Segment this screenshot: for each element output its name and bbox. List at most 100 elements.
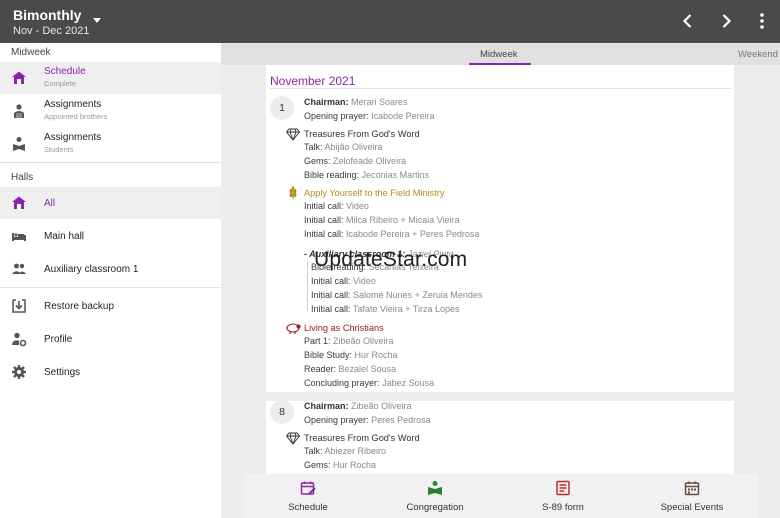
chevron-right-icon[interactable] xyxy=(717,12,735,30)
sidebar-item-auxiliary-classroom[interactable]: Auxiliary classroom 1 xyxy=(0,253,221,285)
row-value: Icabode Pereira xyxy=(371,111,435,121)
bottom-nav-s89-form[interactable]: S-89 form xyxy=(499,474,627,518)
tab-bar: Midweek Weekend xyxy=(221,43,780,65)
sidebar-item-label: Main hall xyxy=(44,231,85,242)
download-icon xyxy=(12,299,26,313)
reader-row: Reader: Bezalel Sousa xyxy=(304,364,396,374)
row-value: Icabode Pereira + Peres Pedrosa xyxy=(346,229,480,239)
row-label: Opening prayer: xyxy=(304,415,369,425)
row-label: Initial call: xyxy=(304,229,344,239)
row-label: Gems: xyxy=(304,156,331,166)
app-title[interactable]: Bimonthly xyxy=(13,7,81,23)
home-icon xyxy=(12,71,26,84)
week-day-number: 8 xyxy=(270,400,294,424)
row-value: Abiezer Ribeiro xyxy=(324,446,387,456)
row-label: Concluding prayer: xyxy=(304,378,380,388)
row-label: Talk: xyxy=(304,142,323,152)
row-value: Jeconias Martins xyxy=(361,170,430,180)
sidebar-item-label: Settings xyxy=(44,367,81,378)
row-label: Talk: xyxy=(304,446,323,456)
sidebar-item-label: Assignments xyxy=(44,132,102,143)
aux-initial-call-row: Initial call: Video xyxy=(311,276,376,286)
bottom-navigation: Schedule Congregation S-89 form Special … xyxy=(244,474,758,518)
row-value: Zibeão Oliveira xyxy=(351,401,412,411)
row-value: Peres Pedrosa xyxy=(371,415,431,425)
row-label: Initial call: xyxy=(311,304,351,314)
chairman-row: Chairman: Merari Soares xyxy=(304,97,408,107)
open-book-icon xyxy=(428,481,442,495)
person-gear-icon xyxy=(12,332,27,347)
row-value: Hur Rocha xyxy=(354,350,398,360)
app-bar: Bimonthly Nov - Dec 2021 xyxy=(0,0,780,43)
row-label: Reader: xyxy=(304,364,337,374)
sidebar-item-sub: Appointed brothers xyxy=(44,112,108,121)
calendar-icon xyxy=(684,481,700,496)
tab-weekend[interactable]: Weekend xyxy=(738,49,778,60)
person-book-icon xyxy=(13,137,25,151)
sidebar-item-label: Auxiliary classroom 1 xyxy=(44,264,139,275)
watermark-text: UpdateStar.com xyxy=(314,248,468,271)
main-panel: Midweek Weekend November 2021 1 Chairman… xyxy=(221,43,780,518)
divider xyxy=(270,88,732,89)
row-value: Video xyxy=(346,201,369,211)
gear-icon xyxy=(12,365,26,379)
row-label: Bible Study: xyxy=(304,350,353,360)
row-value: Hur Rocha xyxy=(333,460,377,470)
initial-call-row: Initial call: Icabode Pereira + Peres Pe… xyxy=(304,229,479,239)
row-value: Video xyxy=(353,276,376,286)
gems-row: Gems: Zelofeade Oliveira xyxy=(304,156,406,166)
sidebar-item-sub: Complete xyxy=(44,79,77,88)
bottom-nav-congregation[interactable]: Congregation xyxy=(371,474,499,518)
sidebar-item-label: All xyxy=(44,198,56,209)
section-living-christians: Living as Christians xyxy=(304,323,384,333)
bottom-nav-schedule[interactable]: Schedule xyxy=(244,474,372,518)
opening-prayer-row: Opening prayer: Peres Pedrosa xyxy=(304,415,431,425)
row-label: Initial call: xyxy=(304,215,344,225)
bottom-nav-special-events[interactable]: Special Events xyxy=(628,474,756,518)
sidebar-item-settings[interactable]: Settings xyxy=(0,356,221,388)
sidebar-item-profile[interactable]: Profile xyxy=(0,323,221,355)
more-vert-icon[interactable] xyxy=(756,11,768,31)
initial-call-row: Initial call: Milca Ribeiro + Micaia Vie… xyxy=(304,215,460,225)
row-value: Abijão Oliveira xyxy=(324,142,383,152)
sidebar-item-label: Restore backup xyxy=(44,301,115,312)
opening-prayer-row: Opening prayer: Icabode Pereira xyxy=(304,111,435,121)
row-label: Opening prayer: xyxy=(304,111,369,121)
sidebar-item-label: Schedule xyxy=(44,66,86,77)
row-label: Chairman: xyxy=(304,401,349,411)
row-value: Tafate Vieira + Tirza Lopes xyxy=(352,304,460,314)
month-header: November 2021 xyxy=(270,74,356,88)
schedule-list[interactable]: November 2021 1 Chairman: Merari Soares … xyxy=(266,65,734,518)
row-value: Zibeão Oliveira xyxy=(333,336,394,346)
bottom-nav-label: S-89 form xyxy=(542,502,584,513)
sidebar-item-assignments-students[interactable]: Assignments Students xyxy=(0,128,221,160)
bed-icon xyxy=(12,233,26,241)
row-label: Initial call: xyxy=(311,276,351,286)
sidebar-item-assignments-brothers[interactable]: Assignments Appointed brothers xyxy=(0,95,221,127)
row-value: Jabez Sousa xyxy=(382,378,435,388)
sidebar-item-restore-backup[interactable]: Restore backup xyxy=(0,290,221,322)
section-treasures: Treasures From God's Word xyxy=(304,433,420,443)
sidebar-item-schedule[interactable]: Schedule Complete xyxy=(0,62,221,94)
wheat-icon xyxy=(289,186,297,199)
concluding-prayer-row: Concluding prayer: Jabez Sousa xyxy=(304,378,434,388)
bottom-nav-label: Congregation xyxy=(406,502,464,513)
week-separator xyxy=(266,392,734,401)
tab-midweek[interactable]: Midweek xyxy=(480,49,518,60)
row-label: Initial call: xyxy=(311,290,351,300)
row-value: Milca Ribeiro + Micaia Vieira xyxy=(346,215,460,225)
group-icon xyxy=(12,263,26,274)
bottom-nav-label: Schedule xyxy=(288,502,328,513)
caret-down-icon[interactable] xyxy=(91,15,103,25)
row-value: Salomé Nunes + Zeruia Mendes xyxy=(353,290,483,300)
row-label: Part 1: xyxy=(304,336,331,346)
chevron-left-icon[interactable] xyxy=(679,12,697,30)
sidebar: Midweek Schedule Complete Assignments Ap… xyxy=(0,43,221,518)
aux-initial-call-row: Initial call: Tafate Vieira + Tirza Lope… xyxy=(311,304,460,314)
divider xyxy=(0,287,221,288)
sidebar-item-main-hall[interactable]: Main hall xyxy=(0,220,221,252)
app-period[interactable]: Nov - Dec 2021 xyxy=(13,25,89,37)
form-icon xyxy=(556,480,570,496)
bible-reading-row: Bible reading: Jeconias Martins xyxy=(304,170,429,180)
sidebar-item-all[interactable]: All xyxy=(0,187,221,219)
